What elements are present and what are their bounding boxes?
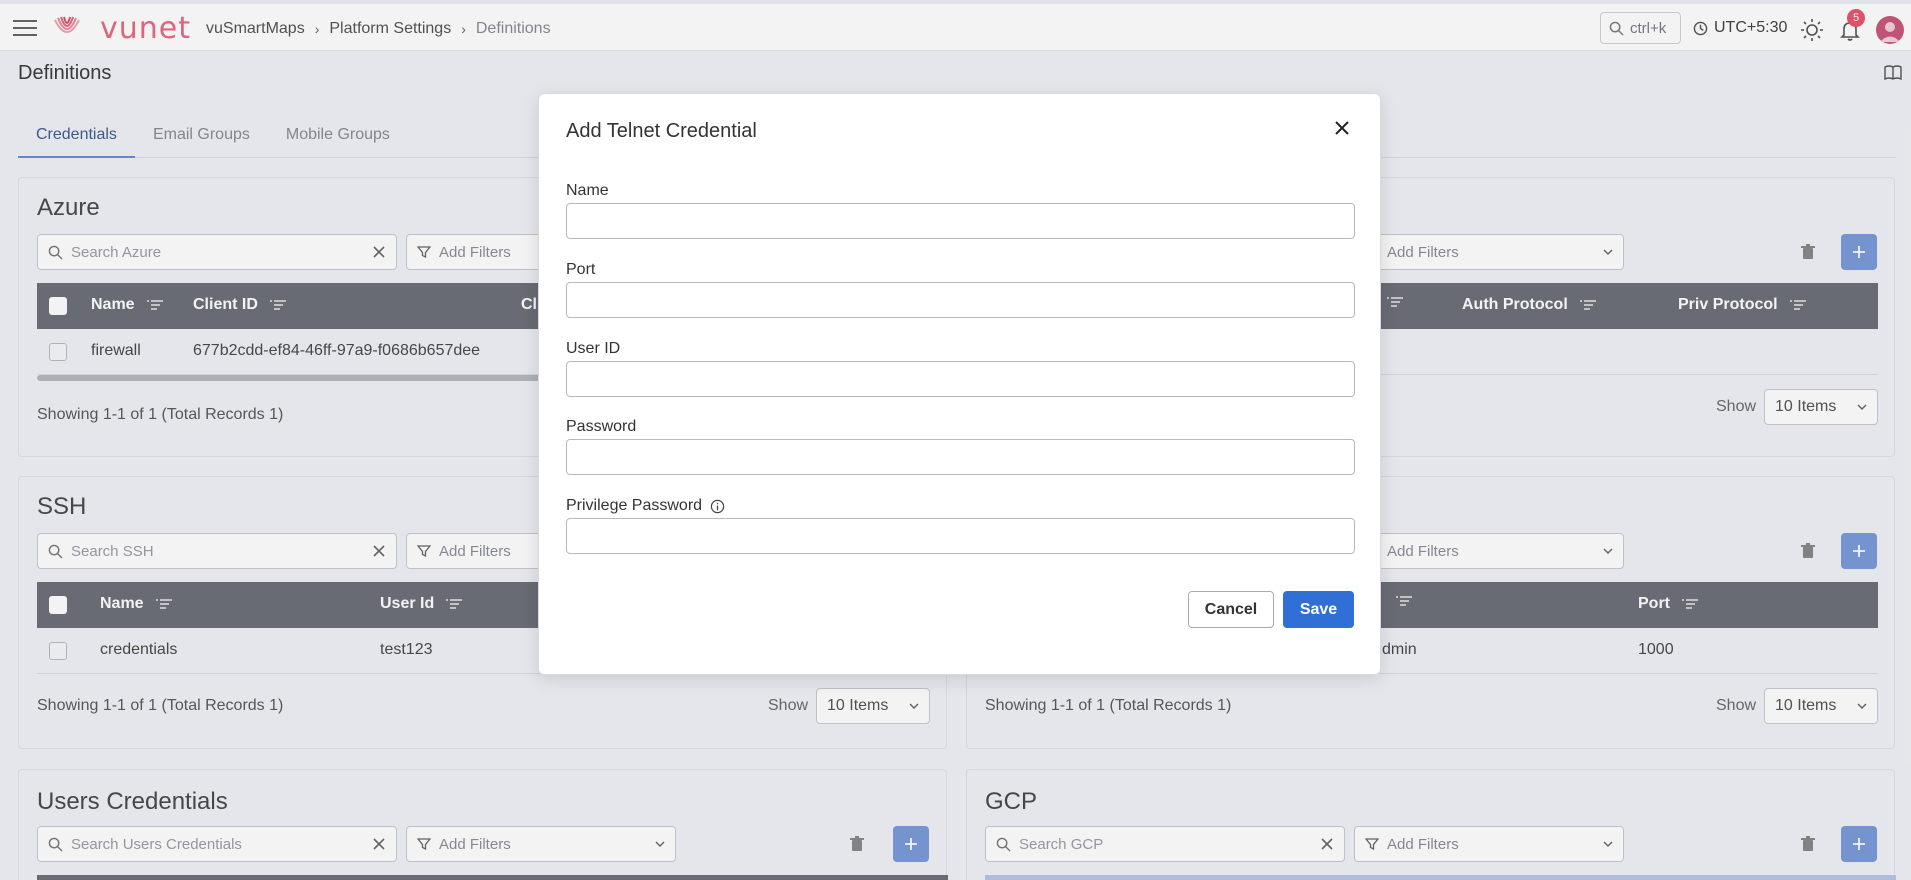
- privilege-password-field[interactable]: [566, 518, 1355, 554]
- password-label-text: Password: [566, 418, 637, 435]
- password-field-label: Password: [566, 418, 636, 436]
- name-label-text: Name: [566, 182, 609, 199]
- privilege-password-field-label: Privilege Password: [566, 497, 725, 515]
- port-field[interactable]: [566, 282, 1355, 318]
- port-field-label: Port: [566, 261, 595, 279]
- name-field[interactable]: [566, 203, 1355, 239]
- add-telnet-credential-dialog: Add Telnet Credential Name Port User ID …: [538, 93, 1381, 675]
- port-label-text: Port: [566, 261, 596, 278]
- close-icon[interactable]: [1332, 118, 1352, 138]
- privilege-password-label-text: Privilege Password: [566, 497, 703, 514]
- save-button[interactable]: Save: [1283, 591, 1354, 628]
- user-id-label-text: User ID: [566, 340, 621, 357]
- password-field[interactable]: [566, 439, 1355, 475]
- info-icon[interactable]: [710, 499, 725, 514]
- user-id-field[interactable]: [566, 361, 1355, 397]
- user-id-field-label: User ID: [566, 340, 620, 358]
- cancel-button[interactable]: Cancel: [1188, 591, 1274, 628]
- name-field-label: Name: [566, 182, 609, 200]
- dialog-title: Add Telnet Credential: [566, 120, 757, 142]
